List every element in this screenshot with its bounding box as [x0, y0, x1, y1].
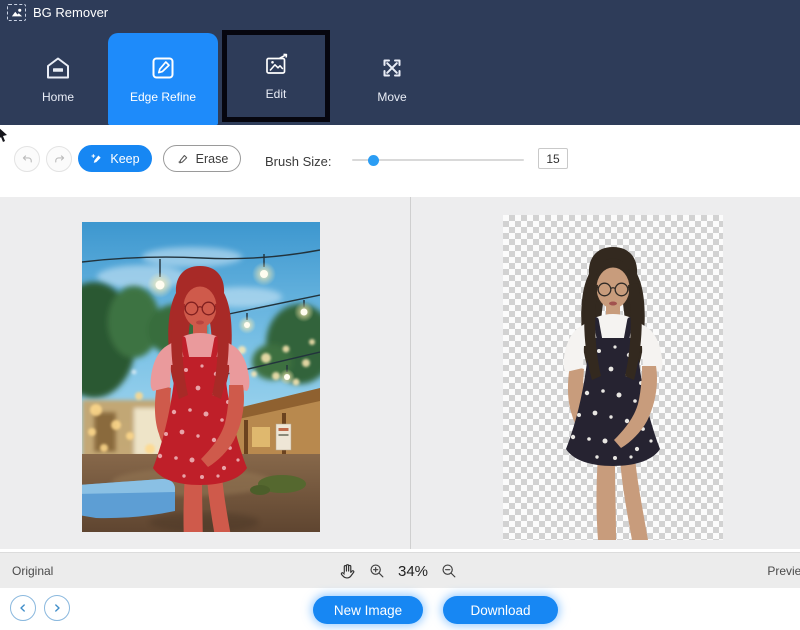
bg-remover-app: BG Remover Home Edge Refine Edit Move [0, 0, 800, 630]
mouse-cursor [0, 127, 9, 148]
download-button[interactable]: Download [443, 596, 558, 624]
redo-button[interactable] [46, 146, 72, 172]
tab-edge-refine[interactable]: Edge Refine [108, 33, 218, 125]
preview-image-canvas[interactable] [503, 215, 723, 540]
move-arrows-icon [379, 55, 405, 81]
header: BG Remover Home Edge Refine Edit Move [0, 0, 800, 125]
undo-button[interactable] [14, 146, 40, 172]
edit-image-icon [263, 52, 289, 78]
chevron-left-icon [18, 603, 28, 613]
tab-home-label: Home [42, 90, 74, 104]
statusbar: Original 34% Preview [0, 552, 800, 589]
keep-button-label: Keep [110, 152, 139, 166]
erase-button[interactable]: Erase [163, 145, 241, 172]
zoom-level: 34% [398, 563, 428, 580]
tab-edge-refine-label: Edge Refine [130, 90, 196, 104]
canvas-area [0, 197, 800, 549]
tab-move[interactable]: Move [340, 33, 444, 125]
brush-size-value[interactable]: 15 [538, 148, 568, 169]
zoom-in-icon[interactable] [369, 563, 385, 579]
footer: New Image Download [0, 588, 800, 630]
brush-size-label: Brush Size: [265, 125, 331, 197]
redo-icon [53, 153, 66, 166]
app-title: BG Remover [33, 5, 108, 20]
zoom-controls: 34% [338, 553, 457, 589]
brush-erase-icon [176, 152, 190, 166]
titlebar: BG Remover [7, 4, 108, 21]
brush-keep-icon [90, 152, 104, 166]
original-panel-label: Original [12, 553, 53, 589]
toolbar: Keep Erase Brush Size: 15 [0, 125, 800, 197]
hand-pan-icon[interactable] [338, 562, 356, 580]
zoom-out-icon[interactable] [441, 563, 457, 579]
tab-edit-label: Edit [266, 87, 287, 101]
next-image-button[interactable] [44, 595, 70, 621]
keep-button[interactable]: Keep [78, 145, 152, 172]
previous-image-button[interactable] [10, 595, 36, 621]
panel-divider [410, 197, 411, 549]
preview-panel-label: Preview [767, 553, 800, 589]
home-icon [45, 55, 71, 81]
new-image-button[interactable]: New Image [313, 596, 423, 624]
erase-button-label: Erase [196, 152, 229, 166]
cutout-person [503, 215, 723, 540]
chevron-right-icon [52, 603, 62, 613]
tab-edit[interactable]: Edit [222, 30, 330, 122]
edge-refine-pen-icon [150, 55, 176, 81]
app-logo-icon [7, 4, 26, 21]
tab-move-label: Move [377, 90, 406, 104]
original-image-canvas[interactable] [82, 222, 320, 532]
tab-home[interactable]: Home [10, 33, 106, 125]
brush-size-slider[interactable] [352, 150, 524, 170]
slider-thumb[interactable] [368, 155, 379, 166]
undo-icon [21, 153, 34, 166]
